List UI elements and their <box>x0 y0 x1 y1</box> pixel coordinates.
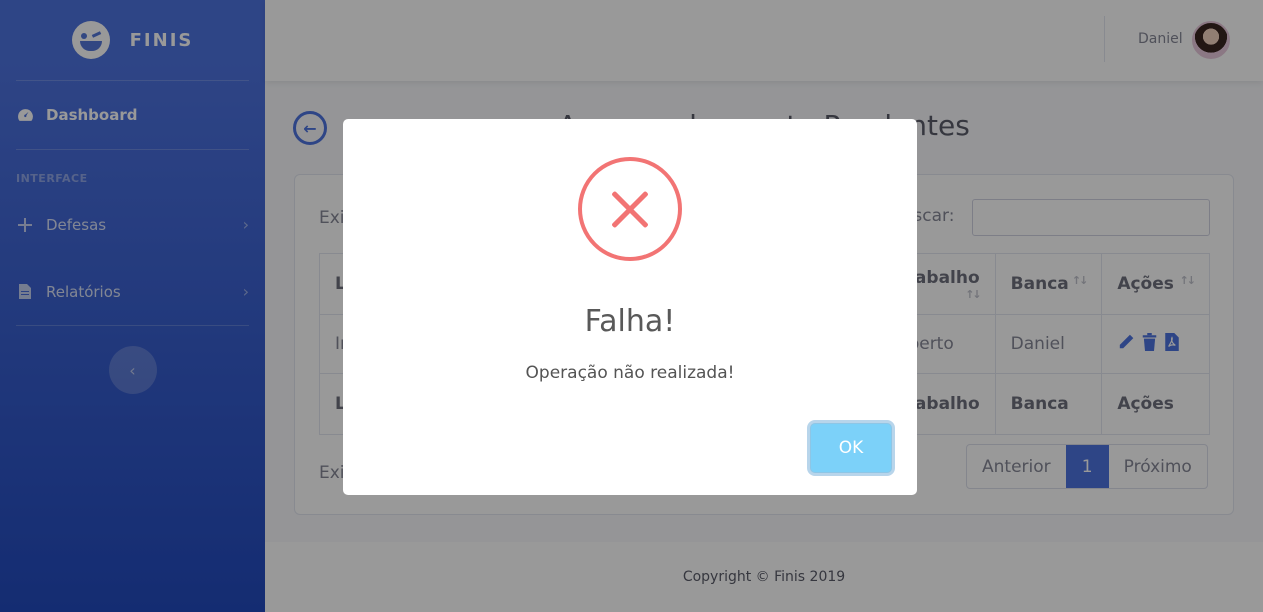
modal-message: Operação não realizada! <box>525 363 735 383</box>
modal-title: Falha! <box>584 304 676 339</box>
error-x-icon <box>578 157 682 261</box>
ok-button[interactable]: OK <box>810 423 892 473</box>
alert-modal: Falha! Operação não realizada! OK <box>343 119 917 495</box>
